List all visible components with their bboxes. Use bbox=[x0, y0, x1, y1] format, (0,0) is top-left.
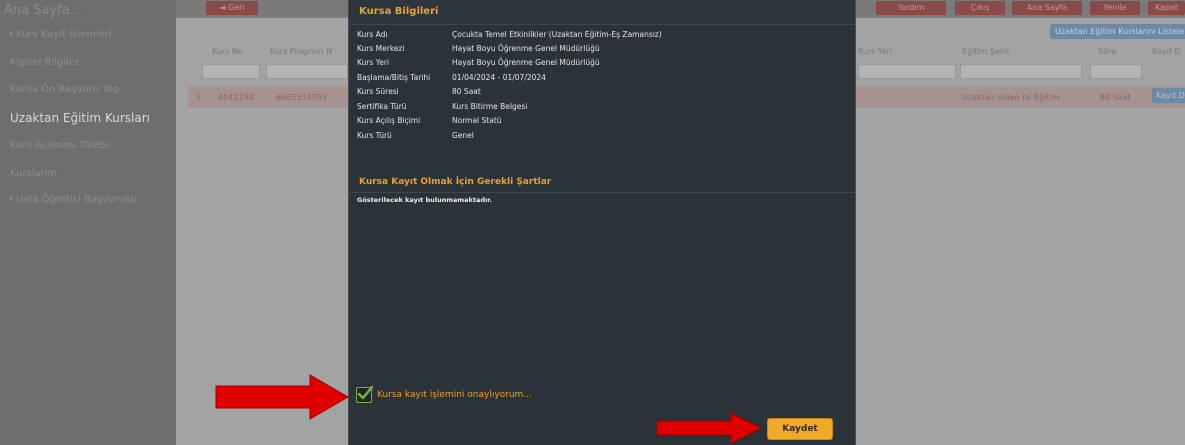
info-key: Kurs Yeri bbox=[357, 58, 390, 67]
toolbar-button-home[interactable]: Ana Sayfa bbox=[1012, 1, 1082, 15]
sidebar-item-kurs-acilmasi[interactable]: Kurs Açılması Talebi bbox=[10, 140, 108, 151]
cell-sure: 80 Saat bbox=[1100, 93, 1131, 102]
home-link[interactable]: Ana Sayfa... bbox=[4, 3, 82, 18]
requirements-title: Kursa Kayıt Olmak İçin Gerekli Şartlar bbox=[359, 177, 552, 187]
back-button[interactable]: ◄ Geri bbox=[206, 1, 258, 15]
info-key: Kurs Açılış Biçimi bbox=[357, 116, 421, 125]
sidebar-item-kurslarim[interactable]: Kurslarım bbox=[10, 168, 57, 179]
column-header-program-no[interactable]: Kurs Program N bbox=[270, 47, 332, 56]
cell-program-no: 6665334799 bbox=[276, 93, 327, 102]
column-header-kurs-no[interactable]: Kurs No bbox=[212, 47, 243, 56]
save-button[interactable]: Kaydet bbox=[767, 418, 833, 440]
check-icon bbox=[357, 385, 374, 400]
modal-header: Kursa Bilgileri bbox=[349, 0, 855, 25]
bullet-icon: • bbox=[8, 194, 14, 205]
arrow-right-icon bbox=[215, 374, 349, 420]
info-value: 80 Saat bbox=[452, 87, 481, 96]
approve-checkbox[interactable] bbox=[356, 385, 374, 403]
info-key: Kurs Süresi bbox=[357, 87, 399, 96]
approve-row[interactable]: Kursa kayıt işlemini onaylıyorum... bbox=[356, 385, 532, 403]
toolbar-button-help[interactable]: Yardım bbox=[876, 1, 946, 15]
info-value: Normal Statü bbox=[452, 116, 502, 125]
column-header-kurs-yeri[interactable]: Kurs Yeri bbox=[858, 47, 892, 56]
sidebar-item-kurs-kayit[interactable]: • Kurs Kayıt İşlemleri bbox=[8, 29, 112, 40]
course-info-modal: Kursa Bilgileri Kurs Adı Çocukta Temel E… bbox=[348, 0, 856, 445]
column-header-sure[interactable]: Süre bbox=[1098, 47, 1116, 56]
info-key: Kurs Adı bbox=[357, 30, 388, 39]
filter-input-program-no[interactable] bbox=[266, 64, 348, 79]
sidebar-item-on-basvuru[interactable]: Kursa Ön Başvuru Yap bbox=[10, 84, 120, 95]
info-value: Çocukta Temel Etkinlikler (Uzaktan Eğiti… bbox=[452, 30, 662, 39]
filter-input-egitim-sekli[interactable] bbox=[960, 64, 1082, 79]
modal-title: Kursa Bilgileri bbox=[359, 6, 439, 17]
column-header-egitim-sekli[interactable]: Eğitim Şekli bbox=[962, 47, 1009, 56]
sidebar-item-usta-ogretici[interactable]: • Usta Öğretici Başvurusu bbox=[8, 194, 137, 205]
filter-input-sure[interactable] bbox=[1090, 64, 1142, 79]
sidebar-item-label: Kurs Kayıt İşlemleri bbox=[15, 29, 112, 40]
filter-input-kurs-yeri[interactable] bbox=[858, 64, 956, 79]
info-value: Kurs Bitirme Belgesi bbox=[452, 102, 528, 111]
sidebar-item-label: Usta Öğretici Başvurusu bbox=[15, 194, 137, 205]
row-index: 1 bbox=[196, 93, 202, 102]
info-value: 01/04/2024 - 01/07/2024 bbox=[452, 73, 546, 82]
sidebar: Ana Sayfa... • Kurs Kayıt İşlemleri Kişis… bbox=[0, 0, 176, 445]
list-remote-courses-button[interactable]: Uzaktan Eğitim Kurslarını Listele bbox=[1050, 24, 1185, 39]
info-key: Kurs Merkezi bbox=[357, 44, 405, 53]
toolbar-button-exit[interactable]: Çıkış bbox=[955, 1, 1005, 15]
requirements-header: Kursa Kayıt Olmak İçin Gerekli Şartlar bbox=[349, 174, 855, 193]
bullet-icon: • bbox=[8, 29, 14, 40]
toolbar-button-refresh[interactable]: Yenile bbox=[1090, 1, 1140, 15]
sidebar-item-kisisel-bilgiler[interactable]: Kişisel Bilgiler bbox=[10, 57, 79, 68]
info-value: Hayat Boyu Öğrenme Genel Müdürlüğü bbox=[452, 58, 600, 67]
info-key: Kurs Türü bbox=[357, 131, 392, 140]
info-value: Genel bbox=[452, 131, 474, 140]
row-register-button[interactable]: Kayıt D bbox=[1152, 88, 1185, 103]
filter-input-kurs-no[interactable] bbox=[202, 64, 260, 79]
no-record-text: Gösterilecek kayıt bulunmamaktadır. bbox=[357, 196, 492, 204]
cell-kurs-no: 4042190 bbox=[218, 93, 254, 102]
cell-egitim-sekli: Uzaktan Video ile Eğitim bbox=[962, 93, 1060, 102]
info-key: Sertifika Türü bbox=[357, 102, 407, 111]
approve-label[interactable]: Kursa kayıt işlemini onaylıyorum... bbox=[377, 390, 532, 400]
arrow-right-icon bbox=[656, 412, 763, 444]
sidebar-item-uzaktan-egitim[interactable]: Uzaktan Eğitim Kursları bbox=[10, 111, 150, 125]
info-key: Başlama/Bitiş Tarihi bbox=[357, 73, 431, 82]
toolbar-button-close[interactable]: Kapat bbox=[1148, 1, 1185, 15]
column-header-kayit[interactable]: Kayıt D bbox=[1152, 47, 1181, 56]
info-value: Hayat Boyu Öğrenme Genel Müdürlüğü bbox=[452, 44, 600, 53]
